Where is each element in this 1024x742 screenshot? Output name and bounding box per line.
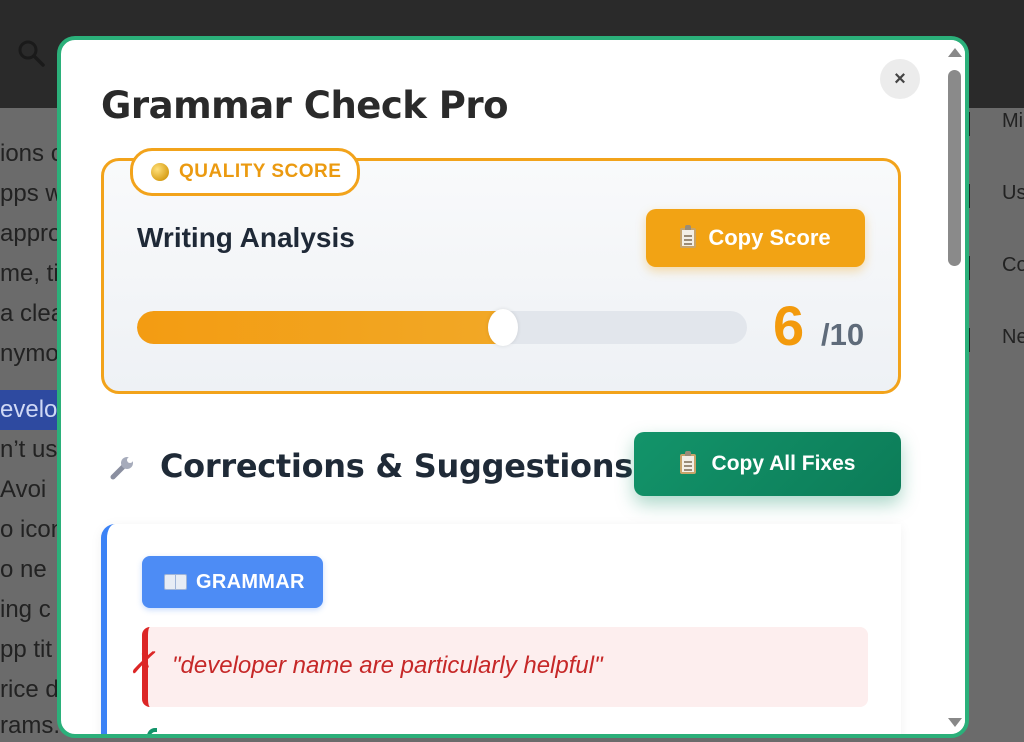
modal-scrollbar[interactable] bbox=[943, 40, 965, 734]
grammar-tag-label: GRAMMAR bbox=[196, 570, 305, 593]
scroll-down-arrow-icon[interactable] bbox=[948, 718, 962, 727]
quality-score-label: QUALITY SCORE bbox=[179, 161, 342, 182]
background-text-line: a clea bbox=[0, 300, 65, 327]
copy-all-fixes-button[interactable]: Copy All Fixes bbox=[634, 432, 901, 496]
background-text-line: ing c bbox=[0, 596, 51, 623]
book-icon bbox=[164, 574, 187, 590]
close-button[interactable]: × bbox=[880, 59, 920, 99]
quality-score-badge: QUALITY SCORE bbox=[130, 148, 361, 196]
background-text-line: ions c bbox=[0, 140, 63, 167]
background-text-line: o icon bbox=[0, 516, 65, 543]
cross-icon: ✗ bbox=[129, 647, 155, 680]
original-text: "developer name are particularly helpful… bbox=[172, 652, 603, 679]
background-text-line: o ne bbox=[0, 556, 47, 583]
background-right-item: Ne bbox=[1002, 326, 1024, 348]
background-right-item: Mi bbox=[1002, 110, 1024, 132]
score-progress-fill bbox=[137, 311, 503, 344]
background-text-line: nymo bbox=[0, 340, 59, 367]
copy-score-label: Copy Score bbox=[708, 225, 831, 250]
background-text-line: rams. bbox=[0, 712, 60, 739]
background-selected-text: evelo bbox=[0, 390, 58, 430]
score-progress-bar bbox=[137, 311, 747, 344]
grammar-tag: GRAMMAR bbox=[142, 556, 323, 608]
score-progress-knob bbox=[488, 309, 518, 346]
search-icon bbox=[18, 40, 45, 67]
writing-analysis-heading: Writing Analysis bbox=[137, 222, 355, 253]
copy-all-fixes-label: Copy All Fixes bbox=[711, 452, 856, 475]
close-icon: × bbox=[894, 67, 906, 90]
corrections-title: Corrections & Suggestions: bbox=[160, 447, 646, 485]
coin-icon bbox=[151, 163, 169, 181]
background-text-line: pps w bbox=[0, 180, 63, 207]
scroll-up-arrow-icon[interactable] bbox=[948, 48, 962, 57]
wrench-icon bbox=[110, 457, 133, 480]
copy-score-button[interactable]: Copy Score bbox=[646, 209, 865, 267]
background-text-line: appro bbox=[0, 220, 62, 247]
background-text-line: Avoi bbox=[0, 476, 47, 503]
modal-title: Grammar Check Pro bbox=[101, 84, 509, 127]
clipboard-icon bbox=[680, 225, 697, 248]
grammar-check-modal: Grammar Check Pro × QUALITY SCORE Writin… bbox=[57, 36, 969, 738]
score-max: /10 bbox=[821, 317, 865, 352]
background-right-item: Co bbox=[1002, 254, 1024, 276]
background-text-line: me, ti bbox=[0, 260, 59, 287]
scroll-thumb[interactable] bbox=[948, 70, 961, 266]
clipboard-icon bbox=[679, 451, 696, 474]
background-text-line: pp tit bbox=[0, 636, 53, 663]
background-text-line: rice d bbox=[0, 676, 59, 703]
score-value: 6 bbox=[773, 294, 805, 357]
background-right-item: Us bbox=[1002, 182, 1024, 204]
